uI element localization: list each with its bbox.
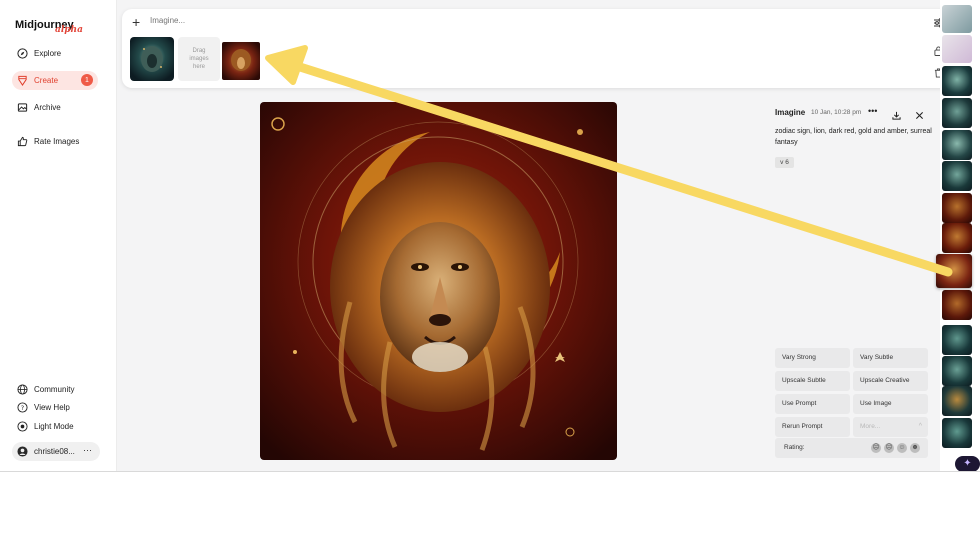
sidebar-item-community[interactable]: Community	[12, 380, 74, 399]
use-prompt-button[interactable]: Use Prompt	[775, 394, 850, 414]
dragged-image-thumbnail[interactable]	[222, 42, 260, 80]
rating-dislike-icon[interactable]: ☹	[871, 443, 881, 453]
username: christie08...	[34, 447, 75, 456]
history-thumbnail[interactable]	[942, 5, 972, 33]
sidebar-item-label: Rate Images	[34, 137, 80, 146]
image-prompt-thumbnail[interactable]	[130, 37, 174, 81]
sparkle-icon[interactable]: ✦	[955, 456, 980, 471]
logo[interactable]: Midjourney alpha	[15, 15, 83, 35]
history-thumbnail[interactable]	[942, 223, 972, 253]
history-thumbnail[interactable]	[942, 193, 972, 223]
drag-hint-line: images	[189, 56, 209, 62]
drag-images-dropzone[interactable]: Drag images here	[178, 37, 220, 81]
drag-hint-line: Drag	[192, 48, 206, 54]
sidebar-item-label: Archive	[34, 103, 61, 112]
version-badge: v 6	[775, 157, 794, 168]
main-image[interactable]	[260, 102, 617, 460]
more-actions-button[interactable]: More... ^	[853, 417, 928, 437]
image-detail-panel: Imagine 10 Jan, 10:28 pm ••• zodiac sign…	[760, 96, 938, 471]
detail-date: 10 Jan, 10:28 pm	[811, 109, 862, 116]
history-strip	[936, 0, 980, 471]
sidebar-item-label: View Help	[34, 403, 70, 412]
prompt-text: zodiac sign, lion, dark red, gold and am…	[775, 128, 932, 146]
help-icon: ?	[17, 402, 28, 413]
close-icon[interactable]	[915, 107, 924, 120]
history-thumbnail[interactable]	[942, 290, 972, 320]
detail-title: Imagine	[775, 108, 806, 117]
use-image-button[interactable]: Use Image	[853, 394, 928, 414]
history-thumbnail[interactable]	[942, 325, 972, 355]
notification-badge: 1	[81, 74, 93, 86]
midjourney-app: Midjourney alpha Explore Create 1 Archiv…	[0, 0, 980, 472]
create-icon	[17, 75, 28, 86]
sidebar-item-create[interactable]: Create 1	[12, 71, 98, 90]
history-thumbnail-selected[interactable]	[936, 254, 972, 288]
logo-alpha: alpha	[55, 25, 83, 35]
rating-neutral-icon[interactable]: ☹	[884, 443, 894, 453]
rating-options: ☹ ☹ ☺ ☻	[871, 443, 920, 453]
drag-hint-line: here	[192, 64, 205, 70]
rating-row: Rating: ☹ ☹ ☺ ☻	[775, 438, 928, 458]
imagine-input[interactable]	[150, 16, 750, 25]
user-menu[interactable]: christie08... ···	[12, 442, 100, 461]
chevron-up-icon: ^	[918, 423, 922, 430]
history-thumbnail[interactable]	[942, 356, 972, 386]
imagine-bar: + Drag images here	[122, 9, 952, 88]
sidebar-item-light-mode[interactable]: Light Mode	[12, 417, 74, 436]
vary-strong-button[interactable]: Vary Strong	[775, 348, 850, 368]
rate-images-icon	[17, 136, 28, 147]
sidebar-item-rate-images[interactable]: Rate Images	[12, 132, 79, 151]
more-icon[interactable]: ···	[83, 445, 92, 455]
sidebar-item-label: Light Mode	[34, 422, 74, 431]
sidebar-item-label: Create	[34, 76, 59, 85]
more-actions-label: More...	[860, 423, 881, 430]
history-thumbnail[interactable]	[942, 418, 972, 448]
archive-icon	[17, 102, 28, 113]
sidebar-item-explore[interactable]: Explore	[12, 44, 61, 63]
more-icon[interactable]: •••	[868, 106, 877, 116]
sidebar-item-archive[interactable]: Archive	[12, 98, 61, 117]
download-icon[interactable]	[892, 107, 901, 120]
avatar-icon	[17, 446, 28, 457]
vary-subtle-button[interactable]: Vary Subtle	[853, 348, 928, 368]
history-thumbnail[interactable]	[942, 66, 972, 96]
sidebar-item-view-help[interactable]: ? View Help	[12, 398, 70, 417]
rerun-prompt-button[interactable]: Rerun Prompt	[775, 417, 850, 437]
history-thumbnail[interactable]	[942, 35, 972, 63]
history-thumbnail[interactable]	[942, 386, 972, 416]
globe-icon	[17, 384, 28, 395]
rating-label: Rating:	[784, 444, 805, 451]
history-thumbnail[interactable]	[942, 130, 972, 160]
sidebar-item-label: Explore	[34, 49, 62, 58]
explore-icon	[17, 48, 28, 59]
rating-like-icon[interactable]: ☺	[897, 443, 907, 453]
plus-icon[interactable]: +	[132, 14, 140, 30]
upscale-creative-button[interactable]: Upscale Creative	[853, 371, 928, 391]
sidebar-item-label: Community	[34, 385, 75, 394]
rating-love-icon[interactable]: ☻	[910, 443, 920, 453]
history-thumbnail[interactable]	[942, 98, 972, 128]
upscale-subtle-button[interactable]: Upscale Subtle	[775, 371, 850, 391]
sun-icon	[17, 421, 28, 432]
sidebar: Midjourney alpha Explore Create 1 Archiv…	[0, 0, 117, 471]
history-thumbnail[interactable]	[942, 161, 972, 191]
svg-text:?: ?	[21, 404, 24, 412]
